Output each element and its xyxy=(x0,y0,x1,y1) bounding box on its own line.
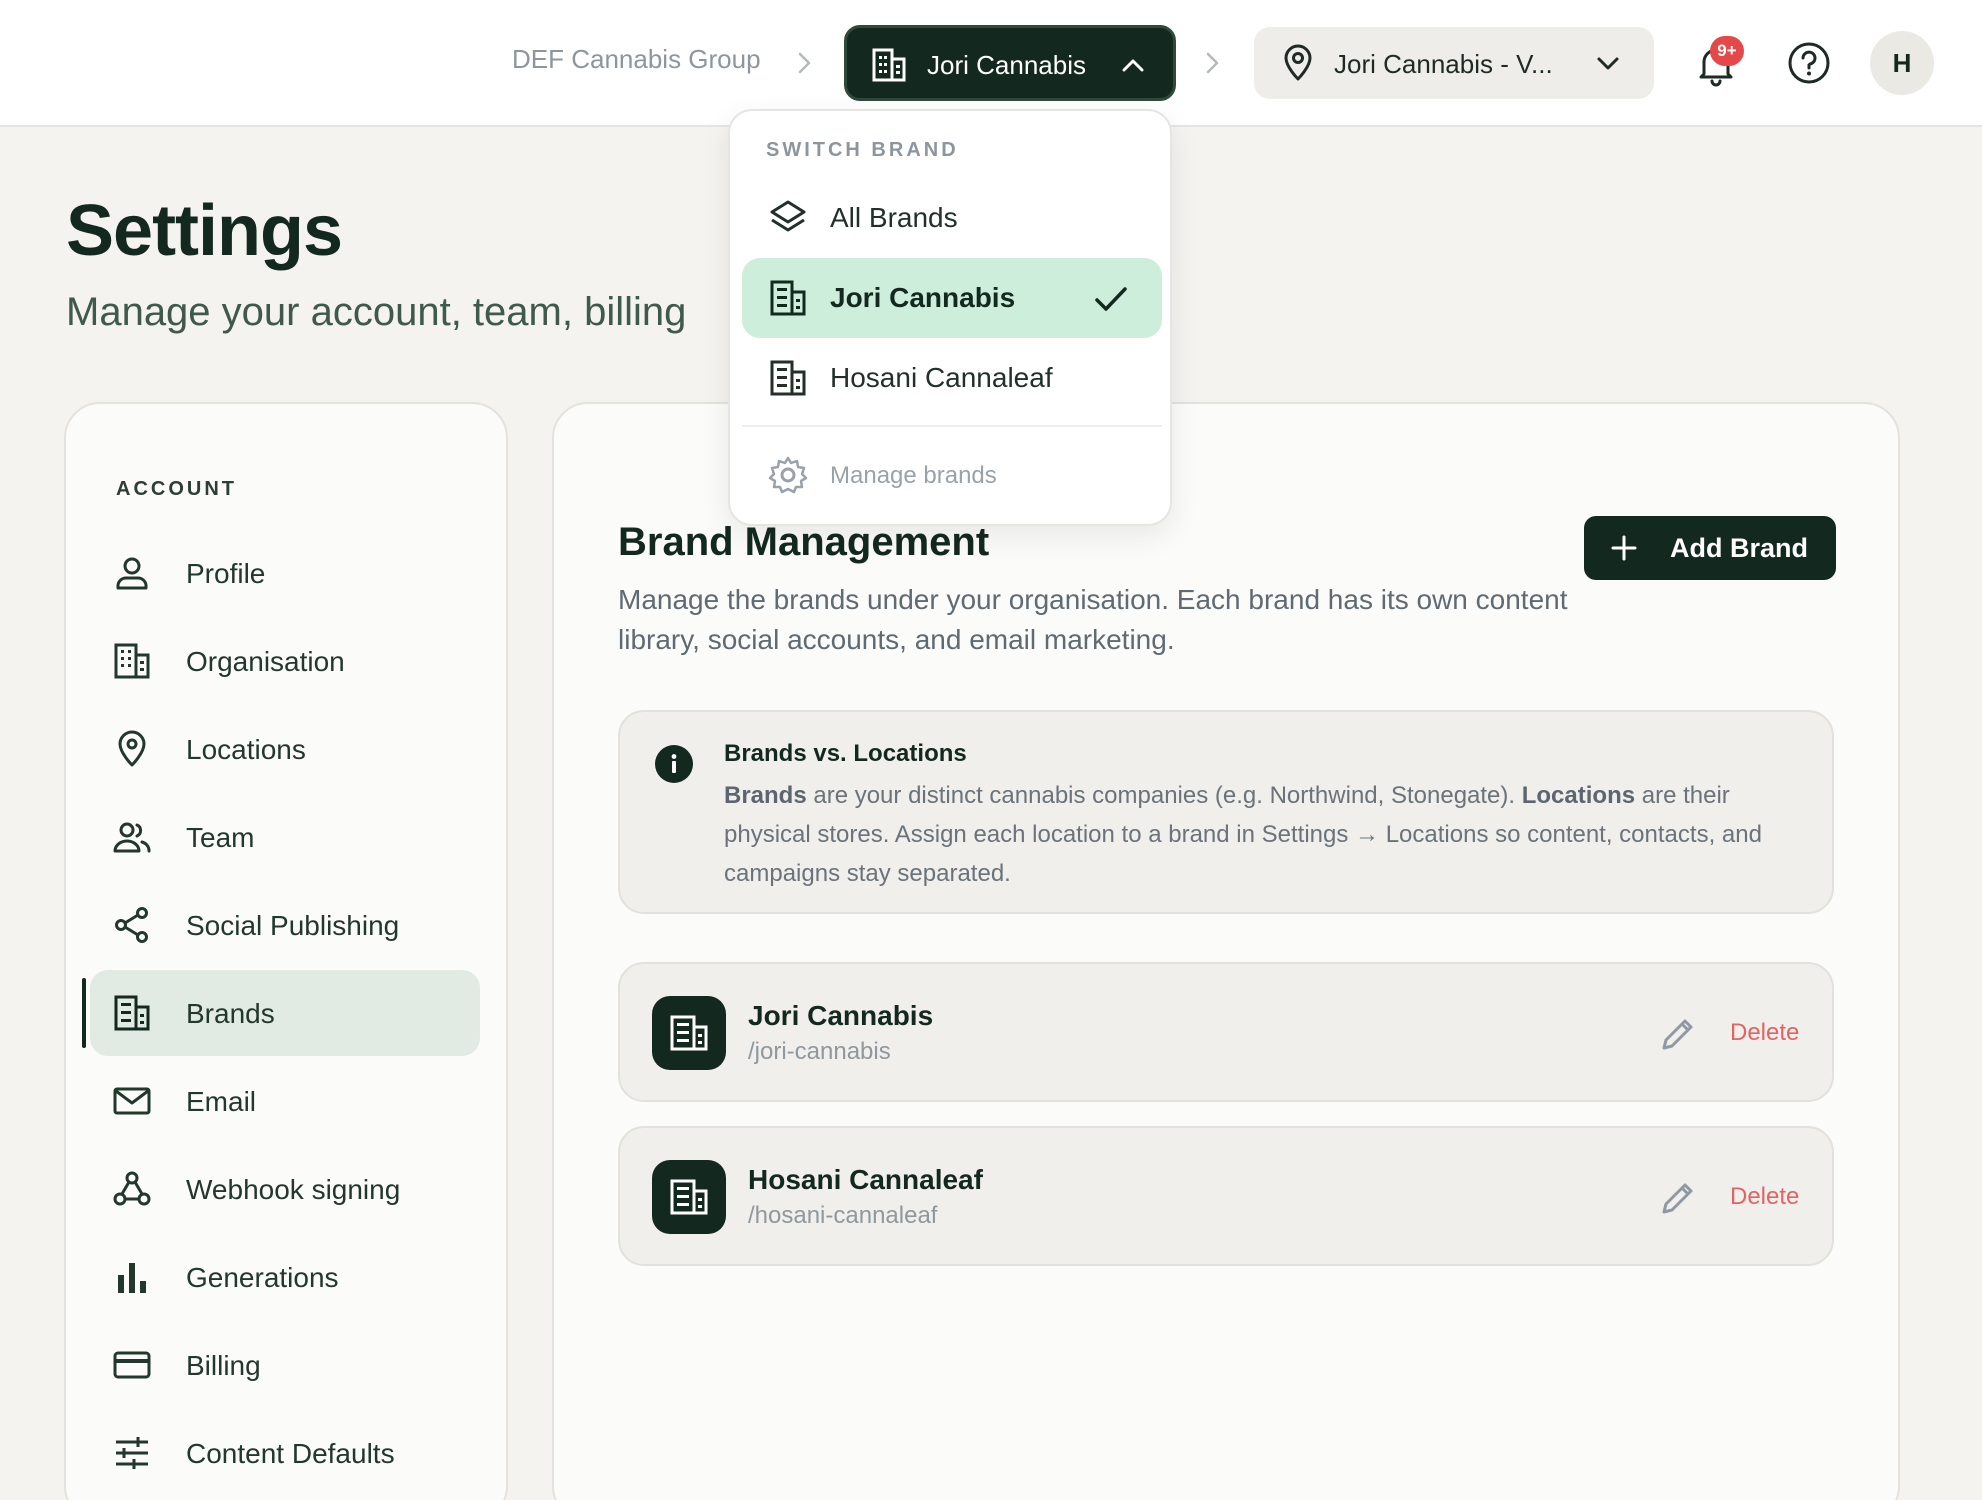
sidebar-item-social-publishing[interactable]: Social Publishing xyxy=(90,882,480,968)
location-switcher-button[interactable]: Jori Cannabis - V... xyxy=(1254,27,1654,99)
info-brands-term: Brands xyxy=(724,782,807,809)
dropdown-item-label: Manage brands xyxy=(830,462,997,489)
delete-brand-button[interactable]: Delete xyxy=(1730,1019,1799,1047)
brand-switcher-button[interactable]: Jori Cannabis xyxy=(844,25,1176,101)
info-icon xyxy=(655,745,693,783)
share-icon xyxy=(115,907,148,943)
sidebar-item-label: Organisation xyxy=(186,646,345,677)
info-callout: Brands vs. Locations Brands are your dis… xyxy=(618,710,1834,914)
brand-row: Hosani Cannaleaf /hosani-cannaleaf Delet… xyxy=(618,1126,1834,1266)
pencil-icon[interactable] xyxy=(1658,1178,1698,1218)
dropdown-heading: SWITCH BRAND xyxy=(766,139,959,161)
dropdown-item-label: Jori Cannabis xyxy=(830,282,1016,313)
section-description: Manage the brands under your organisatio… xyxy=(618,584,1568,655)
building-icon xyxy=(770,280,806,316)
sidebar-item-organisation[interactable]: Organisation xyxy=(90,618,480,704)
brand-switcher-dropdown: SWITCH BRAND All Brands Jori Cannabis Ho… xyxy=(728,109,1172,526)
breadcrumb-organisation[interactable]: DEF Cannabis Group xyxy=(512,44,761,75)
chevron-down-icon xyxy=(1597,57,1619,70)
sidebar-item-label: Email xyxy=(186,1086,257,1117)
team-icon xyxy=(113,822,151,853)
building-icon xyxy=(114,995,150,1031)
chevron-up-icon xyxy=(1122,59,1144,72)
sidebar-item-label: Brands xyxy=(186,998,275,1029)
sidebar-item-label: Billing xyxy=(186,1350,261,1381)
brand-name: Jori Cannabis xyxy=(748,1000,934,1031)
avatar[interactable]: H xyxy=(1870,31,1934,95)
brand-slug: /hosani-cannaleaf xyxy=(748,1202,938,1229)
sidebar-item-label: Content Defaults xyxy=(186,1438,395,1469)
chevron-right-icon xyxy=(798,52,811,74)
info-text-part: are your distinct cannabis companies (e.… xyxy=(806,782,1522,809)
sidebar-item-label: Generations xyxy=(186,1262,339,1293)
brand-slug: /jori-cannabis xyxy=(748,1038,891,1065)
add-brand-label: Add Brand xyxy=(1670,533,1808,563)
info-text: Brands are your distinct cannabis compan… xyxy=(724,776,1804,893)
sliders-icon xyxy=(116,1437,148,1469)
organisation-icon xyxy=(114,643,150,679)
building-icon xyxy=(670,1015,708,1051)
info-locations-term: Locations xyxy=(1521,782,1636,809)
chevron-right-icon xyxy=(1206,52,1219,74)
webhook-icon xyxy=(113,1171,151,1206)
dropdown-item-label: Hosani Cannaleaf xyxy=(830,362,1053,393)
dropdown-divider xyxy=(742,425,1162,427)
sidebar-item-label: Locations xyxy=(186,734,306,765)
sidebar-item-generations[interactable]: Generations xyxy=(90,1234,480,1320)
sidebar-item-label: Webhook signing xyxy=(186,1174,401,1205)
check-icon xyxy=(1095,287,1127,311)
page-title: Settings xyxy=(66,191,343,271)
credit-card-icon xyxy=(113,1351,151,1379)
brand-row: Jori Cannabis /jori-cannabis Delete xyxy=(618,962,1834,1102)
brand-switcher-label: Jori Cannabis xyxy=(927,50,1086,80)
building-icon xyxy=(670,1179,708,1215)
notification-badge: 9+ xyxy=(1710,36,1744,66)
page-subtitle: Manage your account, team, billing xyxy=(66,290,687,334)
add-brand-button[interactable]: Add Brand xyxy=(1584,516,1836,580)
layers-icon xyxy=(770,200,806,232)
brand-logo xyxy=(652,996,726,1070)
sidebar-item-billing[interactable]: Billing xyxy=(90,1322,480,1408)
gear-icon xyxy=(768,456,808,494)
sidebar-item-label: Team xyxy=(186,822,255,853)
sidebar-item-locations[interactable]: Locations xyxy=(90,706,480,792)
dropdown-item-jori-cannabis[interactable]: Jori Cannabis xyxy=(742,258,1162,338)
bar-chart-icon xyxy=(118,1263,146,1293)
sidebar-item-label: Profile xyxy=(186,558,266,589)
sidebar-item-content-defaults[interactable]: Content Defaults xyxy=(90,1410,480,1496)
delete-brand-button[interactable]: Delete xyxy=(1730,1183,1799,1211)
section-title: Brand Management xyxy=(618,520,990,564)
mail-icon xyxy=(113,1087,151,1115)
dropdown-item-all-brands[interactable]: All Brands xyxy=(742,178,1162,258)
user-icon xyxy=(116,557,148,590)
plus-icon xyxy=(1611,535,1637,561)
dropdown-item-hosani-cannaleaf[interactable]: Hosani Cannaleaf xyxy=(742,338,1162,418)
dropdown-item-manage-brands[interactable]: Manage brands xyxy=(742,435,1162,515)
info-title: Brands vs. Locations xyxy=(724,740,967,767)
building-icon xyxy=(872,48,906,82)
top-bar: DEF Cannabis Group Jori Cannabis Jori Ca… xyxy=(0,0,1982,127)
brand-name: Hosani Cannaleaf xyxy=(748,1164,983,1195)
sidebar-item-email[interactable]: Email xyxy=(90,1058,480,1144)
sidebar-item-brands[interactable]: Brands xyxy=(82,970,480,1056)
building-icon xyxy=(770,360,806,396)
sidebar-heading: ACCOUNT xyxy=(116,478,237,500)
sidebar-item-webhook-signing[interactable]: Webhook signing xyxy=(90,1146,480,1232)
sidebar-item-label: Social Publishing xyxy=(186,910,400,941)
dropdown-item-label: All Brands xyxy=(830,202,958,233)
sidebar-item-profile[interactable]: Profile xyxy=(90,530,480,616)
location-switcher-label: Jori Cannabis - V... xyxy=(1334,49,1553,79)
settings-sidebar: ACCOUNT Profile Organisation Locations T… xyxy=(64,402,508,1500)
pencil-icon[interactable] xyxy=(1658,1014,1698,1054)
sidebar-item-team[interactable]: Team xyxy=(90,794,480,880)
help-icon[interactable] xyxy=(1786,40,1832,86)
map-pin-icon xyxy=(1284,44,1312,81)
brand-logo xyxy=(652,1160,726,1234)
brand-management-panel: Brand Management Manage the brands under… xyxy=(552,402,1900,1500)
map-pin-icon xyxy=(118,730,146,767)
